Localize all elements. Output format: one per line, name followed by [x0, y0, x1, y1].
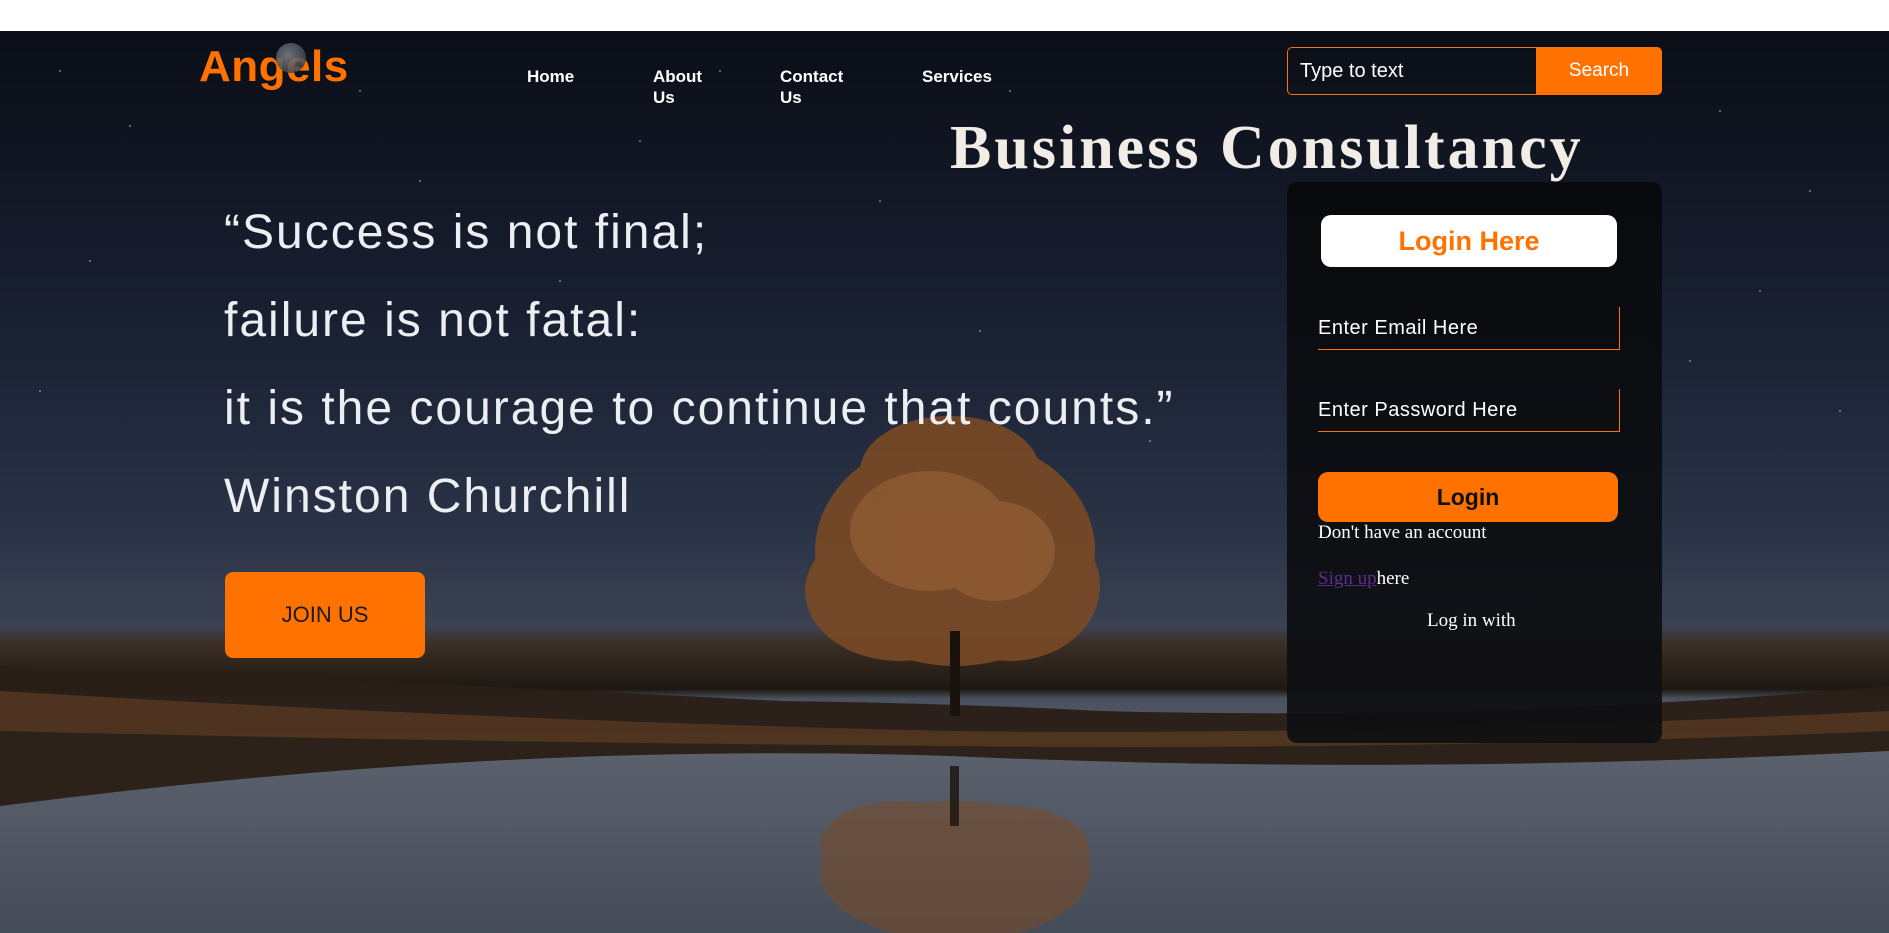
main-nav: Home About Us Contact Us Services	[527, 66, 992, 108]
signup-line: Sign uphere	[1318, 568, 1409, 590]
nav-contact-us[interactable]: Contact Us	[780, 66, 922, 108]
nav-about-us[interactable]: About Us	[653, 66, 780, 108]
quote-line: “Success is not final;	[224, 206, 709, 259]
search-bar: Search	[1287, 47, 1662, 95]
logo[interactable]: Angels	[199, 42, 349, 92]
join-us-button[interactable]: JOIN US	[225, 572, 425, 658]
hero-headline: Business Consultancy	[950, 114, 1584, 182]
signup-link[interactable]: Sign up	[1318, 568, 1377, 589]
search-input[interactable]	[1287, 47, 1536, 95]
login-form: Login Here Login Don't have an account S…	[1287, 182, 1662, 743]
moon-icon	[276, 43, 306, 73]
login-title: Login Here	[1321, 215, 1617, 267]
quote-line: failure is not fatal:	[224, 294, 643, 347]
nav-home[interactable]: Home	[527, 66, 653, 108]
nav-services[interactable]: Services	[922, 66, 992, 108]
hero-quote: “Success is not final; failure is not fa…	[224, 201, 1175, 553]
quote-author: Winston Churchill	[224, 470, 632, 523]
no-account-text: Don't have an account	[1318, 522, 1487, 543]
login-button[interactable]: Login	[1318, 472, 1618, 522]
signup-suffix: here	[1376, 568, 1410, 589]
email-field[interactable]	[1318, 307, 1620, 350]
quote-line: it is the courage to continue that count…	[224, 382, 1175, 435]
password-field[interactable]	[1318, 389, 1620, 432]
log-in-with-text: Log in with	[1427, 610, 1516, 631]
search-button[interactable]: Search	[1536, 47, 1662, 95]
